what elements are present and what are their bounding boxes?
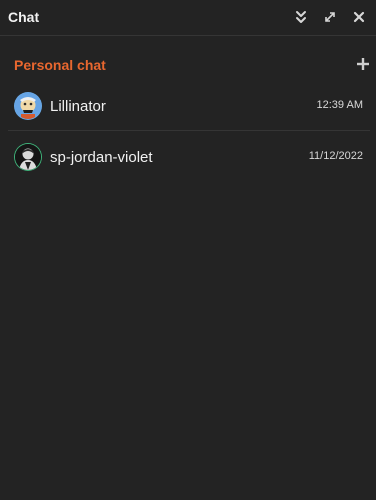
chat-name: Lillinator — [50, 98, 106, 115]
close-icon — [352, 10, 366, 24]
avatar — [15, 144, 41, 170]
avatar — [15, 93, 41, 119]
chat-timestamp: 11/12/2022 — [308, 150, 363, 162]
chat-list-item[interactable]: sp-jordan-violet 11/12/2022 — [8, 132, 370, 182]
chat-name: sp-jordan-violet — [50, 149, 153, 166]
expand-arrows-icon — [323, 10, 337, 24]
section-title-personal-chat: Personal chat — [14, 57, 106, 73]
double-chevron-down-icon — [294, 10, 308, 24]
chat-timestamp: 12:39 AM — [316, 99, 363, 111]
chat-list-item[interactable]: Lillinator 12:39 AM — [8, 81, 370, 131]
window-title: Chat — [8, 9, 40, 25]
plus-icon — [356, 57, 370, 76]
expand-button[interactable] — [321, 8, 339, 26]
chat-titlebar: Chat — [0, 0, 376, 36]
close-button[interactable] — [350, 8, 368, 26]
add-chat-button[interactable] — [354, 57, 372, 75]
collapse-button[interactable] — [292, 8, 310, 26]
